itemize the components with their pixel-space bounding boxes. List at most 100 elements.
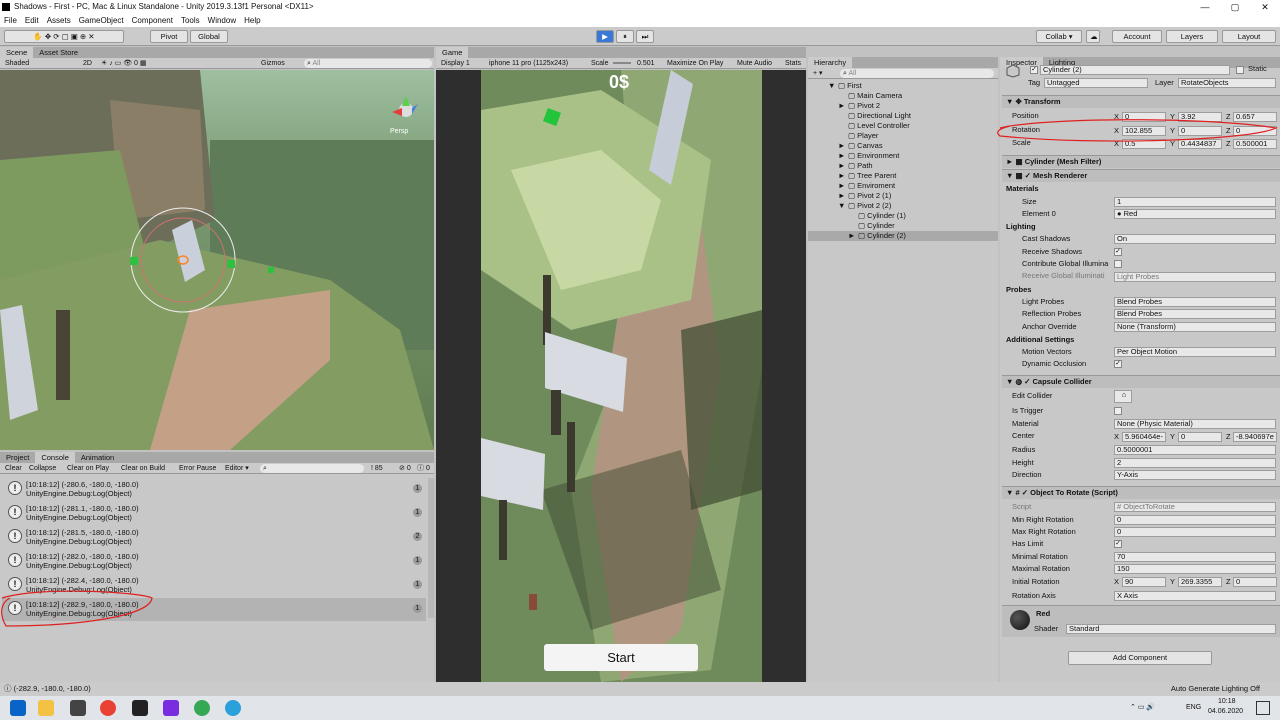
hierarchy-item[interactable]: ► ▢ Canvas bbox=[808, 141, 998, 151]
foldout-arrow-icon[interactable]: ► bbox=[838, 181, 848, 191]
hierarchy-item[interactable]: ▢ Level Controller bbox=[808, 121, 998, 131]
rotation-z[interactable]: 0 bbox=[1233, 126, 1277, 136]
contribute-gi-checkbox[interactable] bbox=[1114, 260, 1122, 268]
2d-toggle[interactable]: 2D bbox=[80, 58, 95, 69]
console-log-row[interactable]: ! [10:18:12] (-281.1, -180.0, -180.0) Unit… bbox=[2, 502, 426, 525]
clear-on-play-button[interactable]: Clear on Play bbox=[64, 463, 112, 474]
hierarchy-item[interactable]: ► ▢ Enviroment bbox=[808, 181, 998, 191]
resolution-dropdown[interactable]: iphone 11 pro (1125x243) bbox=[486, 58, 586, 69]
object-name-field[interactable]: Cylinder (2) bbox=[1040, 65, 1230, 75]
hierarchy-item[interactable]: ► ▢ Environment bbox=[808, 151, 998, 161]
layout-dropdown[interactable]: Layout bbox=[1222, 30, 1276, 43]
menu-assets[interactable]: Assets bbox=[47, 14, 71, 27]
materials-size-field[interactable]: 1 bbox=[1114, 197, 1276, 207]
collider-material-field[interactable]: None (Physic Material) bbox=[1114, 419, 1276, 429]
hierarchy-item[interactable]: ▼ ▢ Pivot 2 (2) bbox=[808, 201, 998, 211]
tab-console[interactable]: Console bbox=[35, 452, 75, 463]
mesh-renderer-header[interactable]: ▼ ▦ ✓ Mesh Renderer bbox=[1002, 169, 1280, 182]
is-trigger-checkbox[interactable] bbox=[1114, 407, 1122, 415]
maximize-button[interactable]: ▢ bbox=[1220, 0, 1250, 14]
tab-asset-store[interactable]: Asset Store bbox=[33, 47, 84, 58]
editor-dropdown[interactable]: Editor ▾ bbox=[222, 463, 252, 474]
position-z[interactable]: 0.657 bbox=[1233, 112, 1277, 122]
position-y[interactable]: 3.92 bbox=[1178, 112, 1222, 122]
chrome-2-icon[interactable] bbox=[194, 700, 210, 716]
unity-hub-icon[interactable] bbox=[70, 700, 86, 716]
scale-y[interactable]: 0.4434837 bbox=[1178, 139, 1222, 149]
static-checkbox[interactable] bbox=[1236, 66, 1244, 74]
materials-foldout[interactable]: Materials bbox=[1006, 183, 1039, 195]
layers-dropdown[interactable]: Layers bbox=[1166, 30, 1218, 43]
additional-settings-foldout[interactable]: Additional Settings bbox=[1006, 334, 1074, 346]
rotation-x[interactable]: 102.855 bbox=[1122, 126, 1166, 136]
foldout-arrow-icon[interactable]: ▼ bbox=[838, 201, 848, 211]
console-scrollbar[interactable] bbox=[428, 478, 434, 618]
capsule-collider-header[interactable]: ▼ ◍ ✓ Capsule Collider bbox=[1002, 375, 1280, 388]
foldout-arrow-icon[interactable]: ► bbox=[838, 151, 848, 161]
radius-field[interactable]: 0.5000001 bbox=[1114, 445, 1276, 455]
height-field[interactable]: 2 bbox=[1114, 458, 1276, 468]
telegram-icon[interactable] bbox=[225, 700, 241, 716]
menu-edit[interactable]: Edit bbox=[25, 14, 39, 27]
language-indicator[interactable]: ENG bbox=[1186, 704, 1201, 711]
layer-dropdown[interactable]: RotateObjects bbox=[1178, 78, 1276, 88]
foldout-arrow-icon[interactable]: ► bbox=[838, 101, 848, 111]
reflection-probes-dropdown[interactable]: Blend Probes bbox=[1114, 309, 1276, 319]
menu-file[interactable]: File bbox=[4, 14, 17, 27]
dynamic-occlusion-checkbox[interactable]: ✓ bbox=[1114, 360, 1122, 368]
foldout-arrow-icon[interactable]: ► bbox=[838, 161, 848, 171]
hierarchy-item[interactable]: ▢ Main Camera bbox=[808, 91, 998, 101]
status-message[interactable]: ⓘ (-282.9, -180.0, -180.0) bbox=[4, 682, 91, 696]
initial-rotation-y[interactable]: 269.3355 bbox=[1178, 577, 1222, 587]
cloud-icon[interactable]: ☁ bbox=[1086, 30, 1100, 43]
console-log-row[interactable]: ! [10:18:12] (-282.4, -180.0, -180.0) Unit… bbox=[2, 574, 426, 597]
center-y[interactable]: 0 bbox=[1178, 432, 1222, 442]
initial-rotation-z[interactable]: 0 bbox=[1233, 577, 1277, 587]
hierarchy-item[interactable]: ▢ Player bbox=[808, 131, 998, 141]
active-checkbox[interactable]: ✓ bbox=[1030, 66, 1038, 74]
info-count[interactable]: ⓘ 0 bbox=[414, 463, 433, 474]
hierarchy-search[interactable]: ⌕ All bbox=[840, 69, 994, 78]
edit-collider-button[interactable]: ⌂ bbox=[1114, 390, 1132, 403]
start-button[interactable]: Start bbox=[544, 644, 698, 671]
probes-foldout[interactable]: Probes bbox=[1006, 284, 1031, 296]
error-pause-button[interactable]: Error Pause bbox=[176, 463, 219, 474]
scene-view[interactable]: Persp bbox=[0, 70, 434, 450]
light-toggle-icon[interactable]: ☀ ♪ ▭ 👁 0 ▦ bbox=[98, 58, 150, 69]
menu-window[interactable]: Window bbox=[208, 14, 236, 27]
tray-icons[interactable]: ⌃ ▭ 🔊 bbox=[1130, 703, 1155, 711]
console-search[interactable]: ⌕ bbox=[260, 464, 364, 473]
shader-dropdown[interactable]: Standard bbox=[1066, 624, 1276, 634]
tab-hierarchy[interactable]: Hierarchy bbox=[808, 57, 853, 68]
hierarchy-item[interactable]: ▢ Cylinder (1) bbox=[808, 211, 998, 221]
foldout-arrow-icon[interactable]: ► bbox=[838, 191, 848, 201]
tag-dropdown[interactable]: Untagged bbox=[1044, 78, 1148, 88]
cast-shadows-dropdown[interactable]: On bbox=[1114, 234, 1276, 244]
error-count[interactable]: ⊘ 0 bbox=[396, 463, 414, 474]
hierarchy-item[interactable]: ► ▢ Tree Parent bbox=[808, 171, 998, 181]
account-dropdown[interactable]: Account bbox=[1112, 30, 1162, 43]
mesh-filter-header[interactable]: ► ▦ Cylinder (Mesh Filter) bbox=[1002, 155, 1280, 168]
object-to-rotate-header[interactable]: ▼ # ✓ Object To Rotate (Script) bbox=[1002, 486, 1280, 499]
motion-vectors-dropdown[interactable]: Per Object Motion bbox=[1114, 347, 1276, 357]
rotation-y[interactable]: 0 bbox=[1178, 126, 1222, 136]
hierarchy-item[interactable]: ▢ Cylinder bbox=[808, 221, 998, 231]
persp-label[interactable]: Persp bbox=[390, 128, 408, 135]
clear-button[interactable]: Clear bbox=[2, 463, 25, 474]
hierarchy-item[interactable]: ► ▢ Cylinder (2) bbox=[808, 231, 998, 241]
rotation-axis-dropdown[interactable]: X Axis bbox=[1114, 591, 1276, 601]
clock-time[interactable]: 10:18 bbox=[1218, 698, 1236, 705]
collab-button[interactable]: Collab ▾ bbox=[1036, 30, 1082, 43]
menu-gameobject[interactable]: GameObject bbox=[79, 14, 124, 27]
tab-scene[interactable]: Scene bbox=[0, 47, 34, 58]
global-toggle[interactable]: Global bbox=[190, 30, 228, 43]
minimal-rotation-field[interactable]: 70 bbox=[1114, 552, 1276, 562]
console-log-row[interactable]: ! [10:18:12] (-281.5, -180.0, -180.0) Unit… bbox=[2, 526, 426, 549]
position-x[interactable]: 0 bbox=[1122, 112, 1166, 122]
light-probes-dropdown[interactable]: Blend Probes bbox=[1114, 297, 1276, 307]
create-dropdown[interactable]: + ▾ bbox=[810, 68, 826, 79]
foldout-arrow-icon[interactable]: ► bbox=[848, 231, 858, 241]
receive-shadows-checkbox[interactable]: ✓ bbox=[1114, 248, 1122, 256]
tab-animation[interactable]: Animation bbox=[75, 452, 120, 463]
mute-audio-toggle[interactable]: Mute Audio bbox=[734, 58, 775, 69]
